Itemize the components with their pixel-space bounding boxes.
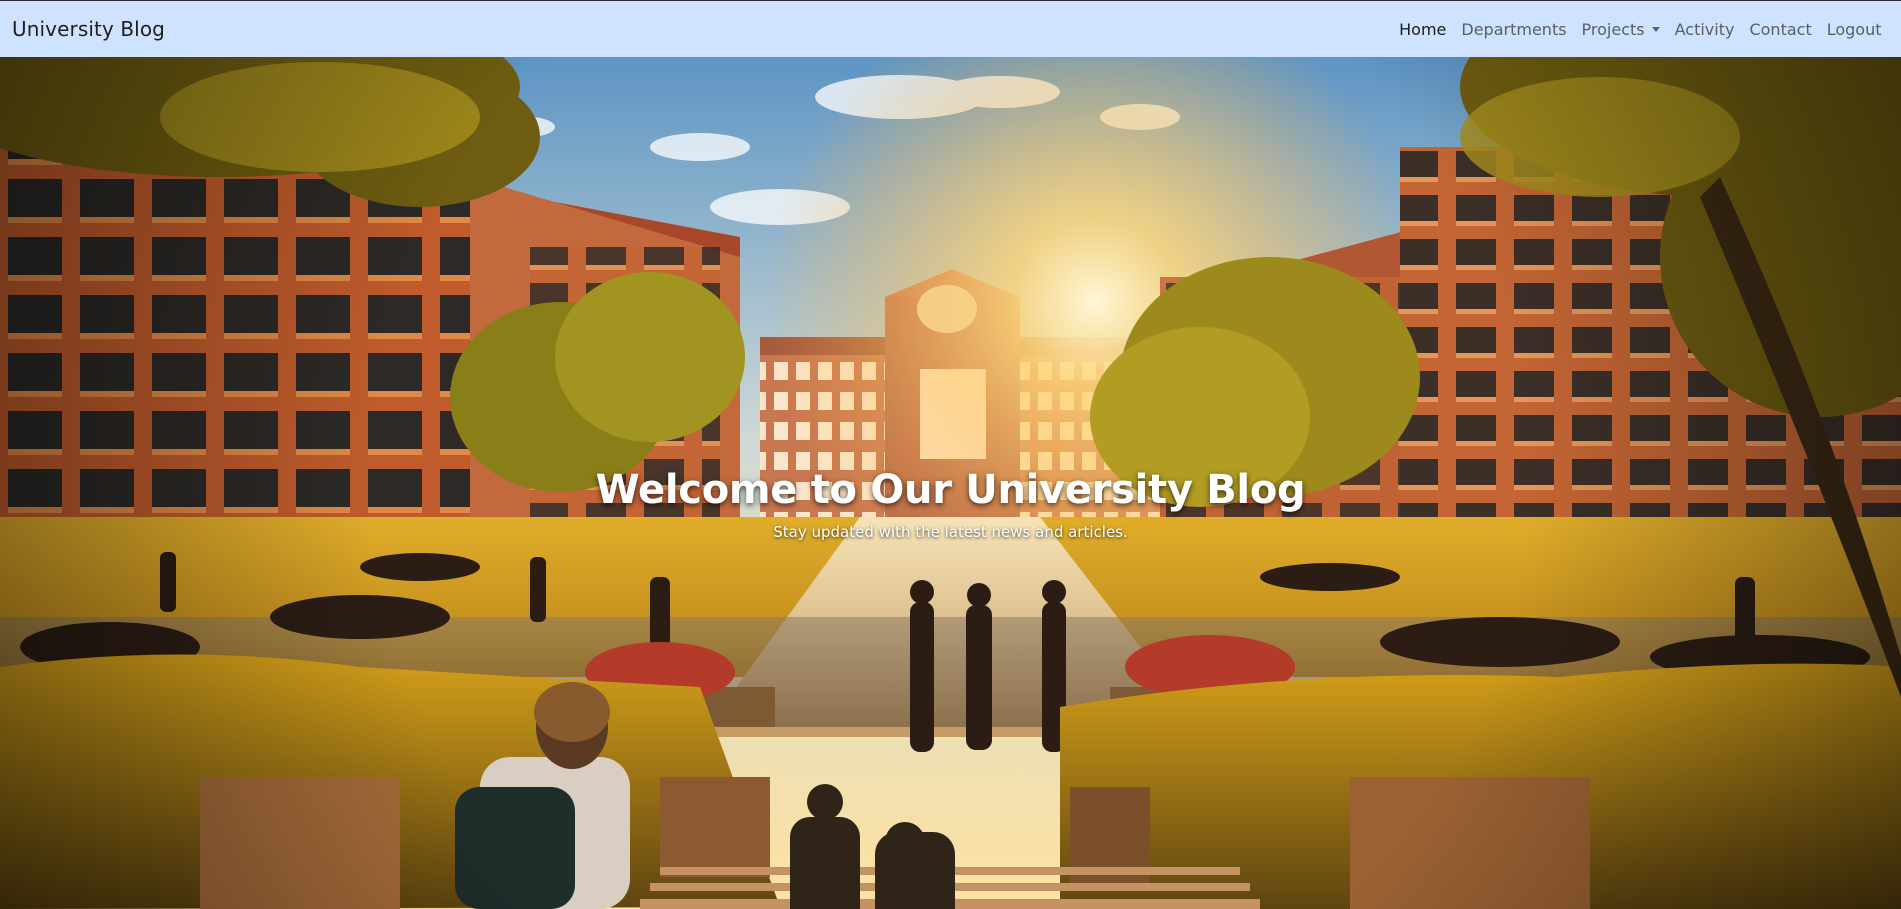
hero-subtitle: Stay updated with the latest news and ar… bbox=[773, 523, 1128, 541]
nav-link-projects-dropdown[interactable]: Projects bbox=[1582, 20, 1660, 39]
nav-link-home[interactable]: Home bbox=[1399, 20, 1446, 39]
nav-link-logout[interactable]: Logout bbox=[1827, 20, 1882, 39]
nav-link-departments[interactable]: Departments bbox=[1461, 20, 1566, 39]
hero-caption: Welcome to Our University Blog Stay upda… bbox=[0, 467, 1901, 541]
nav-item-logout: Logout bbox=[1819, 20, 1889, 39]
nav-link-activity[interactable]: Activity bbox=[1675, 20, 1735, 39]
top-navbar: University Blog Home Departments Project… bbox=[0, 0, 1901, 57]
chevron-down-icon bbox=[1651, 26, 1660, 32]
nav-link-projects-label: Projects bbox=[1581, 19, 1645, 39]
nav-link-contact[interactable]: Contact bbox=[1749, 20, 1811, 39]
nav-menu: Home Departments Projects Activity Conta… bbox=[1392, 20, 1889, 39]
nav-item-home: Home bbox=[1392, 20, 1454, 39]
nav-item-activity: Activity bbox=[1667, 20, 1742, 39]
nav-item-projects: Projects bbox=[1574, 20, 1667, 39]
hero-banner: Welcome to Our University Blog Stay upda… bbox=[0, 57, 1901, 909]
nav-item-contact: Contact bbox=[1742, 20, 1819, 39]
brand-link[interactable]: University Blog bbox=[12, 17, 165, 41]
nav-item-departments: Departments bbox=[1454, 20, 1574, 39]
hero-title: Welcome to Our University Blog bbox=[595, 467, 1306, 513]
